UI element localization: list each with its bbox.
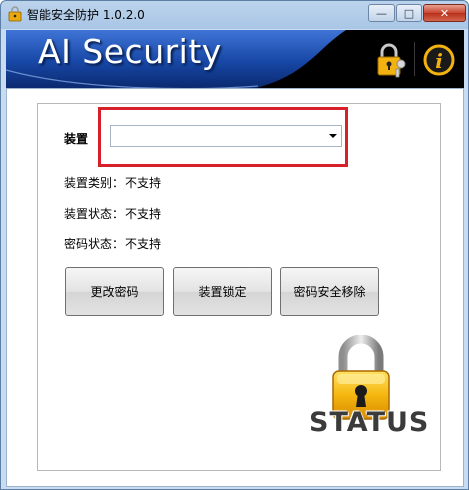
maximize-icon: □ [403, 6, 415, 20]
info-button[interactable]: i [420, 40, 458, 80]
device-select[interactable] [110, 125, 342, 147]
password-status-label: 密码状态： [64, 237, 125, 251]
chevron-down-icon[interactable] [329, 134, 337, 138]
window-title: 智能安全防护 1.0.2.0 [27, 8, 145, 22]
key-lock-icon [377, 43, 406, 78]
maximize-button[interactable]: □ [396, 4, 422, 22]
close-icon: ✕ [439, 6, 450, 20]
device-status-label: 装置状态： [64, 207, 125, 221]
minimize-button[interactable]: — [368, 4, 395, 22]
device-status-value: 不支持 [125, 207, 162, 221]
info-icon: i [423, 44, 455, 76]
banner-divider [414, 42, 415, 76]
change-password-button[interactable]: 更改密码 [65, 267, 164, 316]
app-icon [8, 6, 22, 22]
header-banner: AI Security i [6, 30, 464, 88]
minimize-icon: — [376, 6, 387, 20]
status-label: STATUS [309, 407, 430, 438]
title-bar[interactable]: 智能安全防护 1.0.2.0 — □ ✕ [1, 1, 468, 27]
key-lock-button[interactable] [372, 40, 410, 80]
banner-title: AI Security [38, 32, 222, 71]
device-type-value: 不支持 [125, 176, 162, 190]
lock-device-button[interactable]: 装置锁定 [173, 267, 272, 316]
secure-remove-button[interactable]: 密码安全移除 [280, 267, 379, 316]
close-button[interactable]: ✕ [423, 4, 466, 22]
device-type-label: 装置类别： [64, 176, 125, 190]
password-status-value: 不支持 [125, 237, 162, 251]
app-window: 智能安全防护 1.0.2.0 — □ ✕ AI Security i 装置 装置… [0, 0, 469, 490]
svg-text:i: i [435, 49, 443, 73]
device-label: 装置 [64, 132, 89, 146]
